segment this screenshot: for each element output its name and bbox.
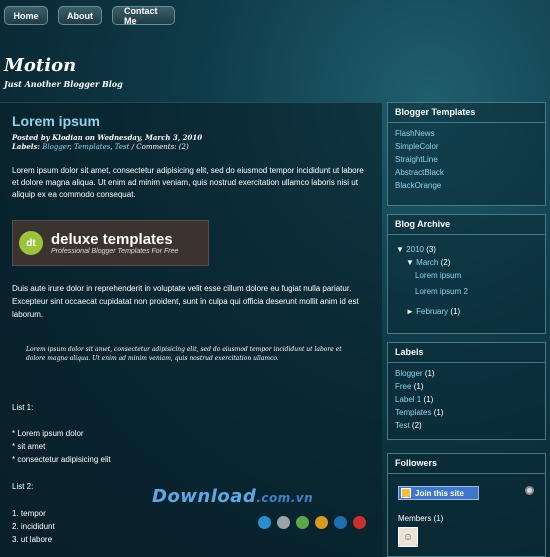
archive-post-link[interactable]: Lorem ipsum 2 [415,287,468,296]
nav-home-button[interactable]: Home [4,6,48,25]
member-avatar[interactable]: ☺ [398,527,418,547]
archive-month-link[interactable]: February [416,307,448,316]
post-blockquote: Lorem ipsum dolor sit amet, consectetur … [26,346,342,362]
list-item: * Lorem ipsum dolor [12,429,84,438]
join-site-label: Join this site [415,488,464,498]
template-link[interactable]: FlashNews [395,127,538,140]
banner-main-text: deluxe templates [51,230,173,248]
label-item[interactable]: Blogger (1) [395,367,538,380]
widget-title: Labels [388,343,545,363]
template-link[interactable]: SimpleColor [395,140,538,153]
post-paragraph: Duis aute irure dolor in reprehenderit i… [12,284,359,319]
join-site-button[interactable]: Join this site [398,486,479,500]
nav-about-button[interactable]: About [58,6,102,25]
banner-logo-icon: dt [19,231,43,255]
widget-labels: Labels Blogger (1) Free (1) Label 1 (1) … [387,342,546,440]
widget-blogger-templates: Blogger Templates FlashNews SimpleColor … [387,102,546,206]
triangle-right-icon[interactable]: ► [406,307,414,316]
template-link[interactable]: AbstractBlack [395,166,538,179]
list-item: * consectetur adipisicing elit [12,455,111,464]
widget-title: Blog Archive [388,215,545,235]
blog-description: Just Another Blogger Blog [4,79,123,89]
blog-title[interactable]: Motion [4,55,76,76]
post-label-link[interactable]: Blogger [42,143,69,151]
archive-year-link[interactable]: 2010 [406,245,424,254]
template-link[interactable]: BlackOrange [395,179,538,192]
post-comments-link[interactable]: / Comments: (2) [132,143,189,151]
archive-count: (2) [440,258,451,267]
post-byline: Posted by Klodian on Wednesday, March 3,… [12,133,203,142]
list-item: 1. tempor [12,509,46,518]
download-watermark: Download.com.vn [152,486,314,507]
triangle-down-icon[interactable]: ▼ [396,245,404,254]
labels-prefix: Labels: [12,142,40,151]
list-item: 3. ut labore [12,535,53,544]
gear-icon[interactable] [525,486,534,495]
archive-count: (1) [450,307,461,316]
watermark-dot [315,516,328,529]
members-count: Members (1) [398,514,444,523]
blogger-icon [401,488,411,498]
list2-heading: List 2: [12,482,34,491]
widget-blog-archive: Blog Archive ▼ 2010 (3) ▼ March (2) Lore… [387,214,546,334]
deluxe-templates-banner[interactable]: dt deluxe templates Professional Blogger… [12,220,209,266]
watermark-dot [277,516,290,529]
archive-count: (3) [426,245,436,254]
widget-title: Followers [388,454,545,474]
post-title[interactable]: Lorem ipsum [12,113,100,129]
archive-post-link[interactable]: Lorem ipsum [415,271,461,280]
watermark-dots [258,516,366,529]
label-item[interactable]: Free (1) [395,380,538,393]
list-item: * sit amet [12,442,46,451]
label-item[interactable]: Label 1 (1) [395,393,538,406]
list1-heading: List 1: [12,403,34,412]
list-item: 2. incididunt [12,522,55,531]
triangle-down-icon[interactable]: ▼ [406,258,414,267]
archive-month-link[interactable]: March [416,258,438,267]
banner-sub-text: Professional Blogger Templates For Free [51,247,179,255]
watermark-dot [353,516,366,529]
nav-contact-button[interactable]: Contact Me [112,6,175,26]
widget-title: Blogger Templates [388,103,545,123]
post-label-link[interactable]: Test [115,143,130,151]
watermark-dot [258,516,271,529]
top-navigation: Home About Contact Me [0,0,550,32]
post-paragraph: Lorem ipsum dolor sit amet, consectetur … [12,166,364,199]
post-label-link[interactable]: Templates [74,143,110,151]
template-link[interactable]: StraightLine [395,153,538,166]
watermark-dot [296,516,309,529]
label-item[interactable]: Templates (1) [395,406,538,419]
post-meta: Posted by Klodian on Wednesday, March 3,… [12,133,203,151]
label-item[interactable]: Test (2) [395,419,538,432]
watermark-dot [334,516,347,529]
